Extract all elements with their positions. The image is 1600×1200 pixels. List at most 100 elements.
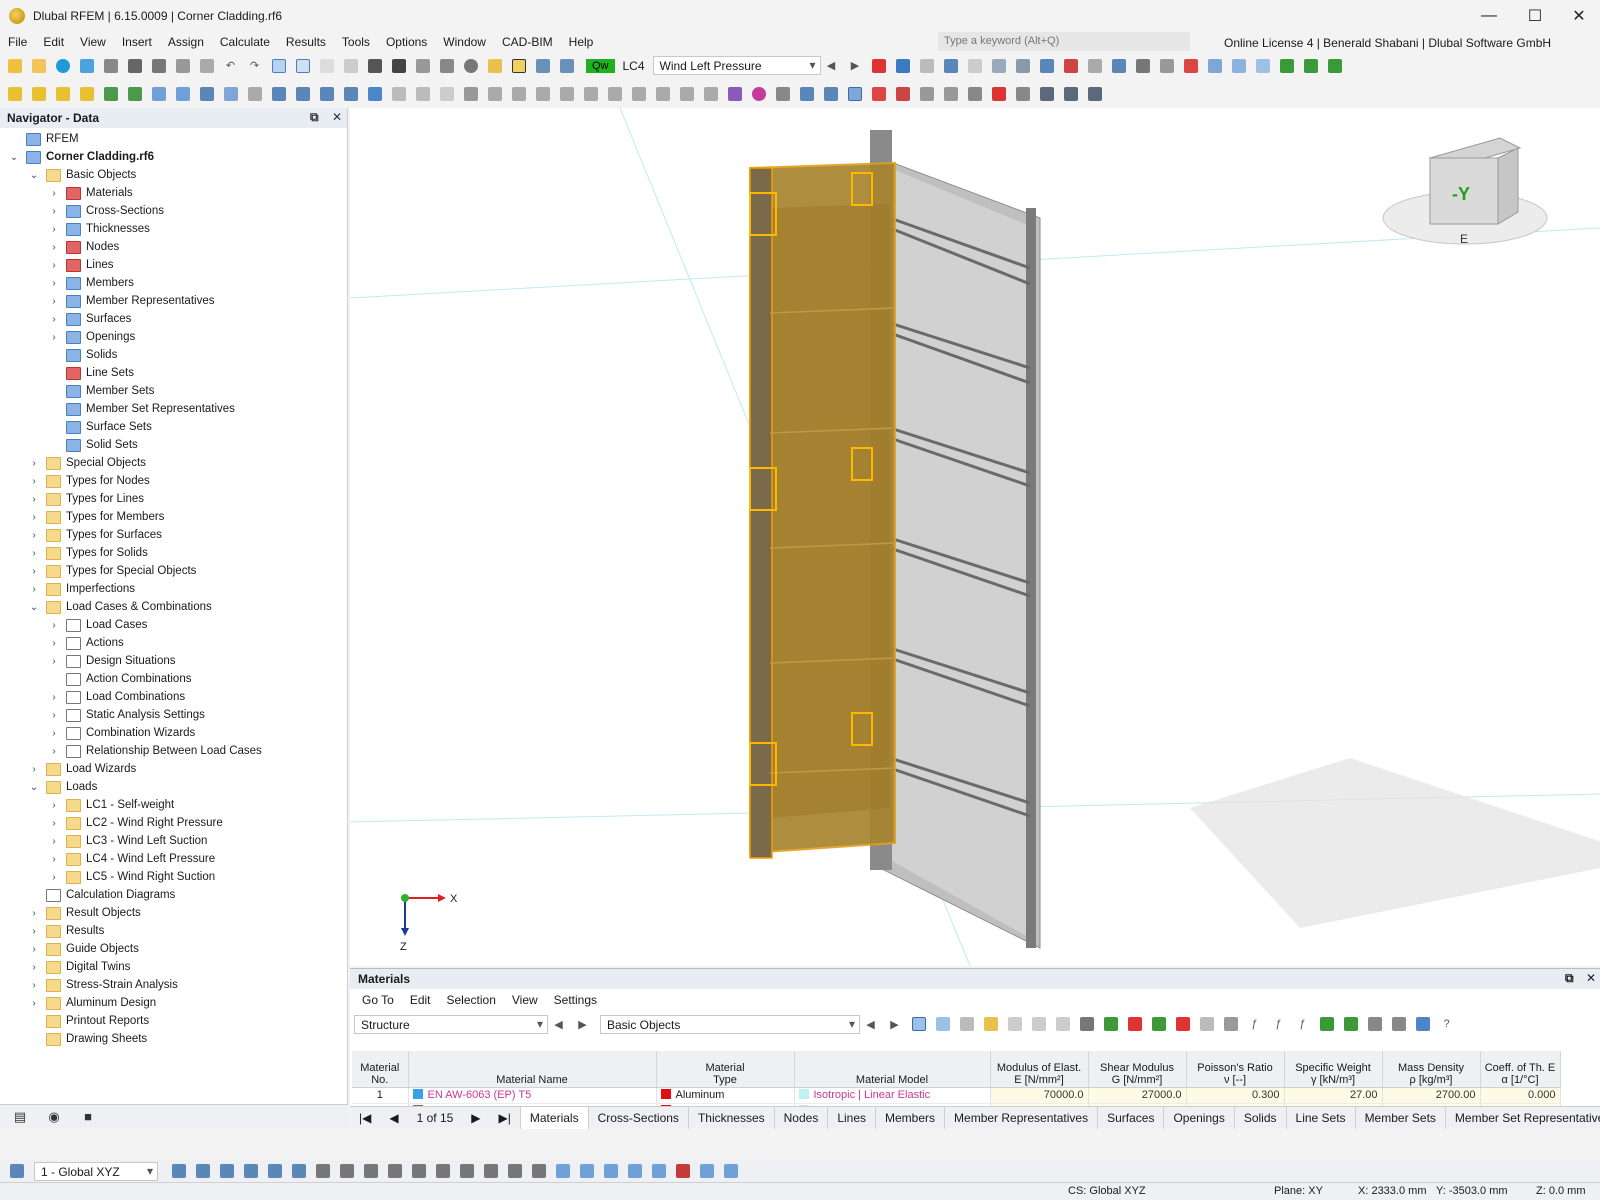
axis-z-icon[interactable] — [1325, 56, 1346, 76]
surface-tool-icon[interactable] — [148, 84, 169, 104]
export-excel-icon[interactable] — [1316, 1014, 1337, 1034]
tree-item[interactable]: › LC5 - Wind Right Suction — [48, 868, 215, 886]
prev-page-icon[interactable]: ◀ — [380, 1107, 407, 1129]
tree-item[interactable]: › Thicknesses — [48, 220, 150, 238]
tree-item[interactable]: RFEM — [8, 130, 79, 148]
menu-insert[interactable]: Insert — [114, 35, 160, 49]
chevron-right-icon[interactable]: › — [48, 710, 60, 721]
load-tool-icon[interactable] — [340, 84, 361, 104]
tree-item[interactable]: › Types for Special Objects — [28, 562, 196, 580]
hinge-tool-icon[interactable] — [292, 84, 313, 104]
table-clear-icon[interactable] — [1076, 1014, 1097, 1034]
coordinate-system-select[interactable]: 1 - Global XYZ — [34, 1161, 158, 1181]
printer-icon[interactable] — [148, 56, 169, 76]
structure-select[interactable]: Structure — [354, 1014, 548, 1034]
render-icon[interactable] — [1133, 56, 1154, 76]
chevron-right-icon[interactable]: › — [48, 800, 60, 811]
tree-item[interactable]: › LC3 - Wind Left Suction — [48, 832, 207, 850]
cell-poisson[interactable]: 0.300 — [1186, 1087, 1285, 1104]
axis-x-icon[interactable] — [1277, 56, 1298, 76]
deformation-icon[interactable] — [941, 56, 962, 76]
import-excel-icon[interactable] — [1340, 1014, 1361, 1034]
tree-item[interactable]: Solid Sets — [48, 436, 138, 454]
tree-item[interactable]: Printout Reports — [28, 1012, 149, 1030]
snap-grid-icon[interactable] — [288, 1161, 309, 1181]
tree-item[interactable]: › LC2 - Wind Right Pressure — [48, 814, 223, 832]
panel-icon[interactable] — [340, 56, 361, 76]
grid-object-icon[interactable] — [624, 1161, 645, 1181]
tree-item[interactable]: › Load Combinations — [48, 688, 185, 706]
col-header-no[interactable]: Material No. — [352, 1051, 409, 1088]
corner-icon[interactable] — [648, 1161, 669, 1181]
print-table-icon[interactable] — [1388, 1014, 1409, 1034]
tab-member-sets[interactable]: Member Sets — [1356, 1106, 1446, 1129]
snap-line-icon[interactable] — [192, 1161, 213, 1181]
line-tool-icon[interactable] — [28, 84, 49, 104]
chevron-right-icon[interactable]: › — [48, 242, 60, 253]
cube-view-icon[interactable] — [989, 56, 1010, 76]
move-icon[interactable] — [484, 84, 505, 104]
chevron-right-icon[interactable]: › — [28, 530, 40, 541]
tree-item[interactable]: ⌄ Basic Objects — [28, 166, 136, 184]
menu-window[interactable]: Window — [435, 35, 494, 49]
multi-view-icon[interactable] — [1037, 56, 1058, 76]
menu-goto[interactable]: Go To — [354, 993, 402, 1007]
tree-item[interactable]: › Aluminum Design — [28, 994, 156, 1012]
chevron-right-icon[interactable]: › — [28, 962, 40, 973]
solid-tool-icon[interactable] — [196, 84, 217, 104]
tree-item[interactable]: › LC1 - Self-weight — [48, 796, 174, 814]
chevron-down-icon[interactable]: ⌄ — [28, 782, 40, 793]
scale-icon[interactable] — [556, 84, 577, 104]
tree-item[interactable]: › Actions — [48, 634, 124, 652]
frame-icon[interactable] — [388, 84, 409, 104]
select-in-model-icon[interactable] — [908, 1014, 929, 1034]
settings-view-icon[interactable] — [1157, 56, 1178, 76]
table-paste-icon[interactable] — [1052, 1014, 1073, 1034]
chevron-right-icon[interactable]: › — [48, 728, 60, 739]
guide-line-icon[interactable] — [312, 1161, 333, 1181]
views-tab-icon[interactable]: ■ — [74, 1107, 102, 1127]
polyline-tool-icon[interactable] — [52, 84, 73, 104]
document-icon[interactable] — [196, 56, 217, 76]
solid-view-icon[interactable] — [1013, 56, 1034, 76]
chevron-right-icon[interactable]: › — [48, 188, 60, 199]
tree-item[interactable]: ⌄ Loads — [28, 778, 97, 796]
next-page-icon[interactable]: ▶ — [462, 1107, 489, 1129]
result-icon[interactable] — [532, 56, 553, 76]
chevron-right-icon[interactable]: › — [28, 494, 40, 505]
node-tool-icon[interactable] — [4, 84, 25, 104]
chevron-right-icon[interactable]: › — [28, 566, 40, 577]
tree-item[interactable]: › Guide Objects — [28, 940, 139, 958]
cancel-snap-icon[interactable] — [720, 1161, 741, 1181]
wave-icon[interactable] — [436, 84, 457, 104]
tab-members[interactable]: Members — [876, 1106, 946, 1129]
tab-member-representatives[interactable]: Member Representatives — [945, 1106, 1099, 1129]
menu-selection[interactable]: Selection — [439, 993, 504, 1007]
snap-member-icon[interactable] — [216, 1161, 237, 1181]
close-button[interactable]: ✕ — [1556, 0, 1600, 32]
filter-next-icon[interactable]: ▶ — [572, 1014, 593, 1034]
col-header-density[interactable]: Mass Density ρ [kg/m³] — [1382, 1051, 1481, 1088]
print-icon[interactable] — [100, 56, 121, 76]
grid-lines-icon[interactable] — [600, 1161, 621, 1181]
col-header-model[interactable]: Material Model — [794, 1051, 991, 1088]
funnel-icon[interactable] — [364, 84, 385, 104]
dimension-line-icon[interactable] — [336, 1161, 357, 1181]
chevron-right-icon[interactable]: › — [28, 476, 40, 487]
calculator-icon[interactable] — [436, 56, 457, 76]
tangent-icon[interactable] — [408, 1161, 429, 1181]
delete-icon[interactable] — [988, 84, 1009, 104]
cloud-icon[interactable] — [52, 56, 73, 76]
menu-cad-bim[interactable]: CAD-BIM — [494, 35, 561, 49]
chevron-right-icon[interactable]: › — [48, 278, 60, 289]
cell-material-model[interactable]: Isotropic | Linear Elastic — [794, 1087, 991, 1104]
box-tool-icon[interactable] — [220, 84, 241, 104]
tree-item[interactable]: › Load Cases — [48, 616, 147, 634]
support-icon[interactable] — [893, 56, 914, 76]
type-next-icon[interactable]: ▶ — [884, 1014, 905, 1034]
script-icon[interactable] — [388, 56, 409, 76]
snap-midpoint-icon[interactable] — [264, 1161, 285, 1181]
cell-modulus[interactable]: 70000.0 — [990, 1087, 1089, 1104]
col-header-poisson[interactable]: Poisson's Ratio ν [--] — [1186, 1051, 1285, 1088]
tree-item[interactable]: Solids — [48, 346, 117, 364]
